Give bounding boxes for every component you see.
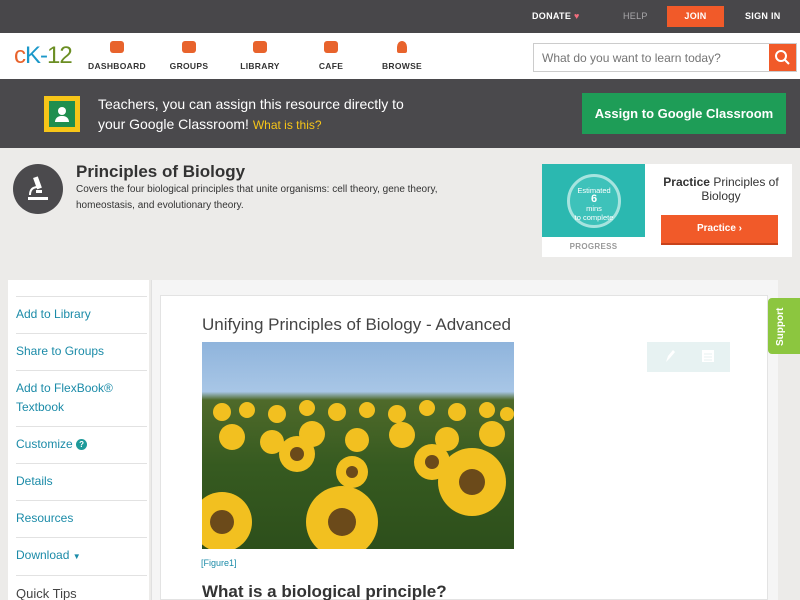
- sidebar-item-download[interactable]: Download ▼: [16, 537, 147, 575]
- sidebar: Add to Library Share to Groups Add to Fl…: [8, 280, 149, 600]
- content-tools: [647, 342, 730, 372]
- sidebar-item-quick-tips[interactable]: Quick Tips: [16, 575, 147, 600]
- heart-icon: ♥: [573, 11, 580, 21]
- content-title: Unifying Principles of Biology - Advance…: [202, 315, 511, 334]
- sidebar-item-details[interactable]: Details: [16, 463, 147, 500]
- top-bar: DONATE ♥ HELP JOIN SIGN IN: [0, 0, 800, 33]
- groups-icon: [182, 41, 196, 53]
- support-tab[interactable]: Support: [768, 298, 800, 354]
- donate-link[interactable]: DONATE ♥: [532, 0, 580, 33]
- sidebar-item-customize[interactable]: Customize ?: [16, 426, 147, 463]
- figure-caption[interactable]: [Figure1]: [201, 558, 237, 568]
- progress-label: PROGRESS: [569, 242, 618, 251]
- module-title: Principles of Biology: [76, 162, 246, 181]
- notes-icon[interactable]: [701, 348, 715, 364]
- sidebar-item-resources[interactable]: Resources: [16, 500, 147, 537]
- what-is-this-link[interactable]: What is this?: [253, 118, 322, 132]
- module-description: Covers the four biological principles th…: [76, 184, 438, 211]
- browse-icon: [397, 41, 407, 53]
- search-button[interactable]: [769, 44, 796, 71]
- nav-library[interactable]: LIBRARY: [220, 41, 300, 71]
- sidebar-item-share-to-groups[interactable]: Share to Groups: [16, 333, 147, 370]
- search-box: [533, 43, 797, 72]
- assign-google-classroom-button[interactable]: Assign to Google Classroom: [582, 93, 786, 134]
- estimate-circle: Estimated 6 mins to complete: [567, 174, 621, 228]
- sign-in-link[interactable]: SIGN IN: [745, 0, 781, 33]
- classroom-message: Teachers, you can assign this resource d…: [98, 96, 404, 132]
- question-icon[interactable]: ?: [76, 439, 88, 450]
- sidebar-item-add-to-flexbook[interactable]: Add to FlexBook® Textbook: [16, 370, 147, 426]
- join-button[interactable]: JOIN: [667, 6, 724, 27]
- practice-card: Estimated 6 mins to complete PROGRESS Pr…: [542, 164, 792, 257]
- search-icon: [775, 50, 790, 65]
- dashboard-icon: [110, 41, 124, 53]
- nav-dashboard[interactable]: DASHBOARD: [77, 41, 157, 71]
- progress-panel: Estimated 6 mins to complete: [542, 164, 645, 237]
- microscope-icon: [13, 164, 63, 214]
- section-heading: What is a biological principle?: [202, 582, 447, 600]
- google-classroom-banner: Teachers, you can assign this resource d…: [0, 79, 800, 148]
- search-input[interactable]: [534, 44, 769, 71]
- ck12-logo[interactable]: cK-12: [14, 42, 73, 70]
- nav-groups[interactable]: GROUPS: [149, 41, 229, 71]
- cafe-icon: [324, 41, 338, 53]
- practice-text: Practice Principles of Biology: [663, 175, 779, 203]
- caret-down-icon: ▼: [72, 552, 81, 561]
- sidebar-item-add-to-library[interactable]: Add to Library: [16, 296, 147, 333]
- main-nav: cK-12 DASHBOARD GROUPS LIBRARY CAFE BROW…: [0, 33, 800, 79]
- practice-button[interactable]: Practice ›: [661, 215, 778, 245]
- pencil-icon[interactable]: [663, 348, 677, 364]
- library-icon: [253, 41, 267, 53]
- nav-browse[interactable]: BROWSE: [362, 41, 442, 71]
- sunflower-field-image: [202, 342, 514, 549]
- chevron-right-icon: ›: [738, 223, 743, 234]
- google-classroom-icon: [44, 96, 80, 132]
- nav-cafe[interactable]: CAFE: [291, 41, 371, 71]
- help-link[interactable]: HELP: [623, 0, 648, 33]
